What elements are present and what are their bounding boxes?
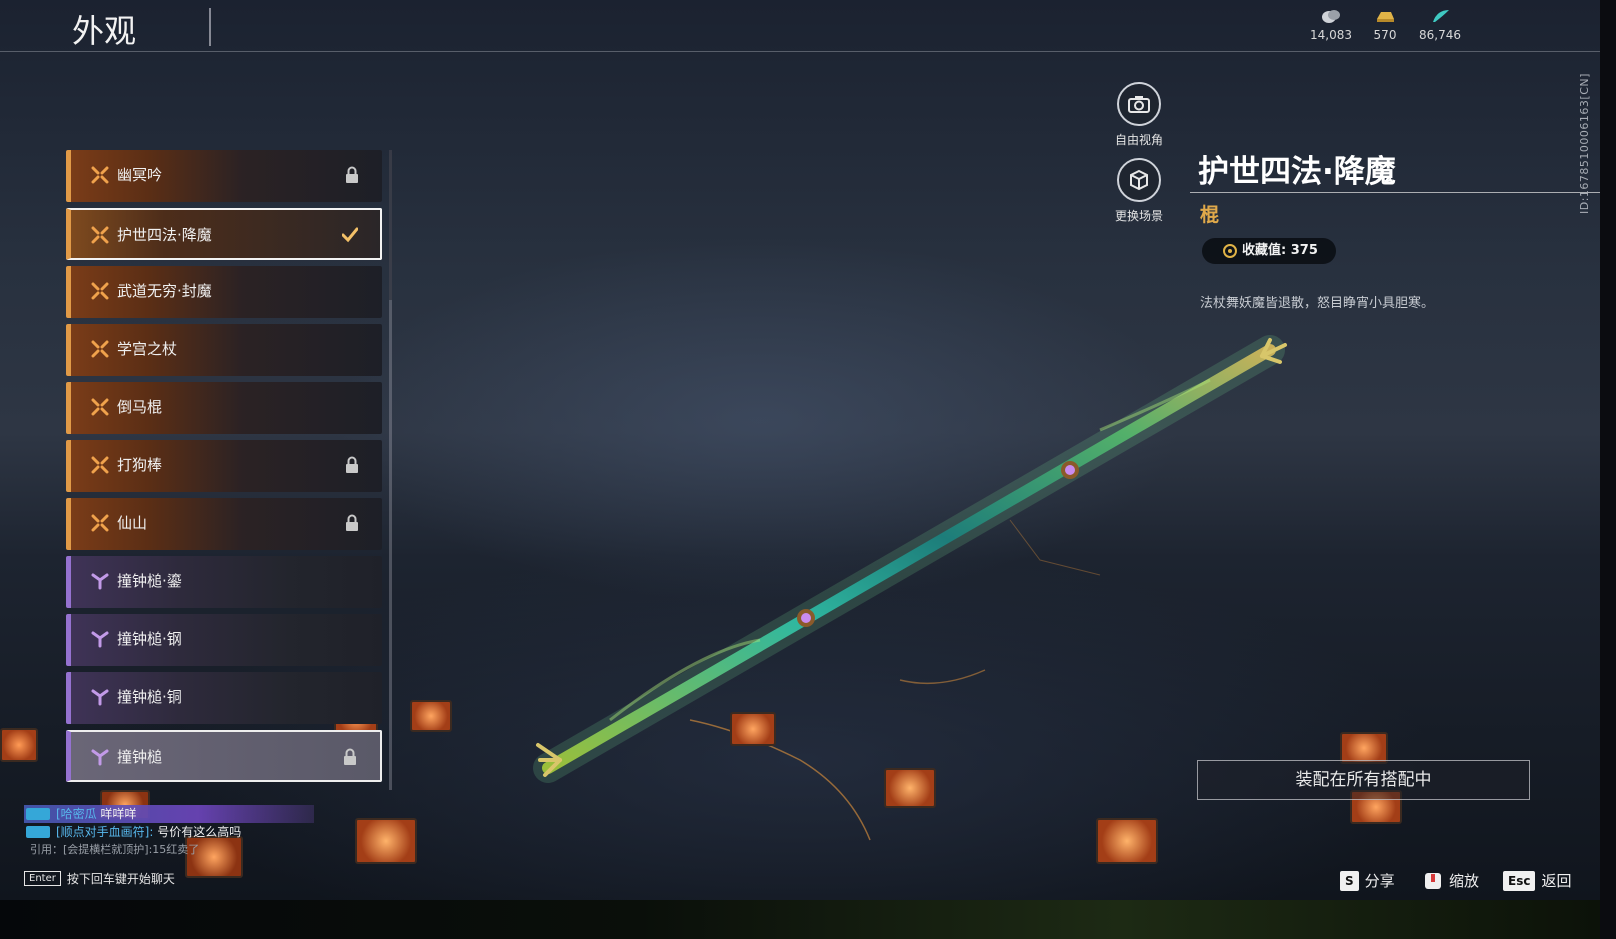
free-view-label: 自由视角: [1114, 133, 1163, 147]
free-view-button[interactable]: 自由视角: [1104, 82, 1174, 148]
change-scene-label: 更换场景: [1114, 209, 1163, 223]
list-scrollbar[interactable]: [389, 300, 392, 790]
lock-icon: [344, 748, 356, 765]
list-item[interactable]: 护世四法·降魔: [66, 208, 382, 260]
gold-ingot-icon: [1377, 12, 1394, 22]
jade-feather-icon: [1433, 10, 1449, 22]
item-description: 法杖舞妖魔皆退散，怒目睁宵小具胆寒。: [1200, 296, 1435, 311]
lock-icon: [346, 456, 358, 473]
crossed-blades-icon: [91, 398, 109, 416]
list-item[interactable]: 撞钟槌·鎏: [66, 556, 382, 608]
chat-text: 号价有这么高吗: [157, 825, 242, 839]
share-label: 分享: [1364, 872, 1395, 890]
list-scrollbar-thumb[interactable]: [389, 150, 392, 300]
camera-icon: [1117, 82, 1161, 126]
currency-jade[interactable]: 86,746: [1405, 8, 1475, 42]
checkmark-icon: [342, 227, 358, 243]
back-hint[interactable]: Esc 返回: [1503, 870, 1571, 891]
enter-key: Enter: [24, 871, 61, 886]
list-item[interactable]: 撞钟槌·钢: [66, 614, 382, 666]
chat-text: 咩咩咩: [100, 807, 137, 821]
lantern: [884, 768, 936, 808]
zoom-label: 缩放: [1449, 872, 1480, 890]
list-item[interactable]: 仙山: [66, 498, 382, 550]
list-item[interactable]: 倒马棍: [66, 382, 382, 434]
list-item-label: 护世四法·降魔: [117, 226, 212, 244]
bottom-edge: [0, 900, 1600, 939]
chat-message: [顺点对手血画符]: 号价有这么高吗: [24, 823, 324, 841]
list-item-label: 幽冥吟: [117, 166, 163, 184]
chat-sender[interactable]: [哈密瓜: [56, 807, 97, 821]
collection-value-text: 收藏值: 375: [1242, 243, 1318, 258]
list-item[interactable]: 幽冥吟: [66, 150, 382, 202]
list-item-label: 打狗棒: [117, 456, 163, 474]
chat-sender[interactable]: [顺点对手血画符]:: [56, 825, 153, 839]
chat-enter-hint[interactable]: Enter 按下回车键开始聊天: [24, 870, 175, 887]
zoom-hint[interactable]: 缩放: [1422, 870, 1479, 891]
change-scene-button[interactable]: 更换场景: [1104, 158, 1174, 224]
top-bar: 外观 14,083 570 86,746: [0, 0, 1600, 52]
list-item[interactable]: 撞钟槌·铜: [66, 672, 382, 724]
lantern: [0, 728, 38, 762]
crossed-blades-icon: [91, 456, 109, 474]
item-type: 棍: [1200, 204, 1220, 226]
chat-enter-label: 按下回车键开始聊天: [66, 872, 175, 886]
back-key: Esc: [1503, 870, 1536, 891]
coin-stack-icon: [1322, 10, 1340, 23]
title-underline: [1190, 192, 1600, 193]
cube-icon: [1117, 158, 1161, 202]
crossed-blades-icon: [91, 166, 109, 184]
collection-value-badge: 收藏值: 375: [1202, 238, 1336, 264]
list-item-label: 撞钟槌: [117, 748, 163, 766]
lantern: [410, 700, 452, 732]
chat-message: [哈密瓜 咩咩咩: [24, 805, 314, 823]
lantern: [730, 712, 776, 746]
list-item[interactable]: 撞钟槌: [66, 730, 382, 782]
tri-blade-icon: [91, 631, 109, 648]
crossed-blades-icon: [91, 340, 109, 358]
list-item-label: 仙山: [117, 514, 148, 532]
game-scene-background: 外观 14,083 570 86,746 幽冥吟 护世四法·降魔 武道无穷·封魔 学宫…: [0, 0, 1600, 900]
item-id: ID:1678510006163[CN]: [1578, 73, 1591, 214]
mouse-wheel-icon: [1425, 872, 1441, 889]
lantern: [1096, 818, 1158, 864]
list-item-label: 撞钟槌·铜: [117, 688, 182, 706]
list-item-label: 倒马棍: [117, 398, 163, 416]
lantern: [355, 818, 417, 864]
list-item[interactable]: 武道无穷·封魔: [66, 266, 382, 318]
list-item[interactable]: 打狗棒: [66, 440, 382, 492]
share-key: S: [1340, 870, 1359, 891]
crossed-blades-icon: [91, 282, 109, 300]
chat-channel-icon: [26, 808, 50, 820]
equip-all-outfits-button[interactable]: 装配在所有搭配中: [1197, 760, 1530, 800]
list-item-label: 撞钟槌·鎏: [117, 572, 182, 590]
crossed-blades-icon: [91, 514, 109, 532]
tri-blade-icon: [91, 689, 109, 706]
title-divider: [209, 8, 211, 46]
list-item-label: 武道无穷·封魔: [117, 282, 212, 300]
chat-quote: 引用：[会提横栏就顶护]:15红卖了: [30, 843, 200, 856]
appearance-list[interactable]: 幽冥吟护世四法·降魔 武道无穷·封魔 学宫之杖倒马棍打狗棒仙山撞钟槌·鎏撞钟槌·钢撞…: [66, 150, 384, 800]
chat-channel-icon: [26, 826, 50, 838]
lock-icon: [346, 514, 358, 531]
collection-icon: [1223, 244, 1237, 258]
page-title: 外观: [72, 12, 137, 50]
list-item-label: 学宫之杖: [117, 340, 178, 358]
back-label: 返回: [1541, 872, 1572, 890]
item-name: 护世四法·降魔: [1198, 154, 1396, 190]
chat-window[interactable]: [哈密瓜 咩咩咩 [顺点对手血画符]: 号价有这么高吗 引用：[会提横栏就顶护]…: [24, 805, 324, 859]
list-item-label: 撞钟槌·钢: [117, 630, 182, 648]
tri-blade-icon: [91, 573, 109, 590]
crossed-blades-icon: [91, 226, 109, 244]
tri-blade-icon: [91, 749, 109, 766]
list-item[interactable]: 学宫之杖: [66, 324, 382, 376]
right-edge: [1600, 0, 1616, 939]
share-hint[interactable]: S 分享: [1340, 870, 1395, 891]
currency-jade-value: 86,746: [1419, 28, 1461, 42]
lock-icon: [346, 166, 358, 183]
